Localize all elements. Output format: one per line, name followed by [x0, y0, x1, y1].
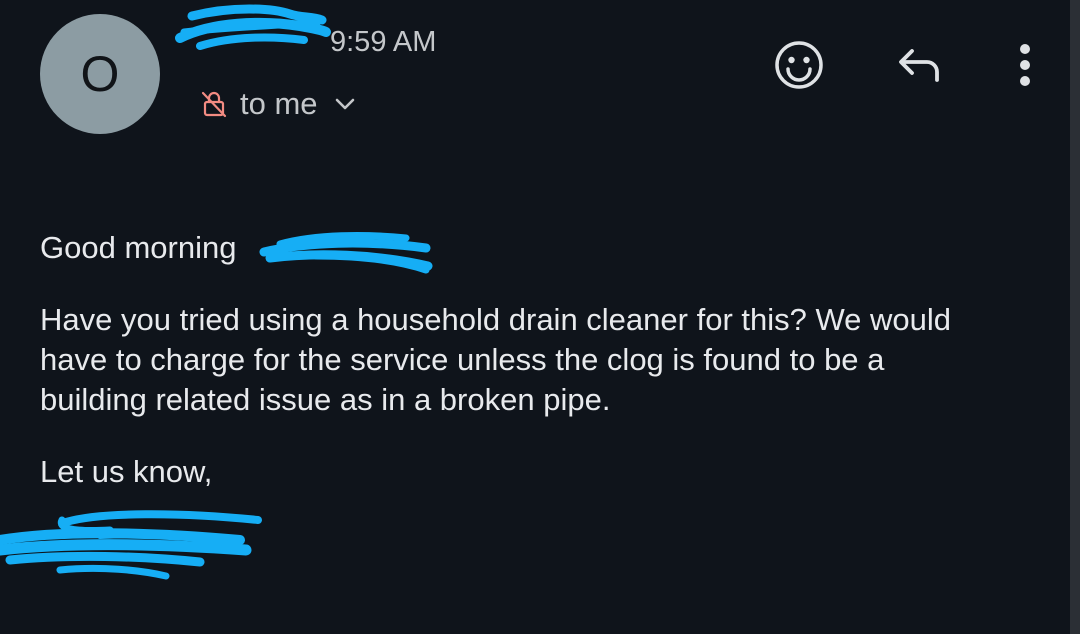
greeting: Good morning — [40, 230, 237, 265]
message-line: have to charge for the service unless th… — [40, 342, 885, 377]
chevron-down-icon[interactable] — [330, 89, 360, 119]
reply-button[interactable] — [892, 38, 946, 92]
more-options-button[interactable] — [998, 38, 1052, 92]
message-line: Have you tried using a household drain c… — [40, 302, 952, 337]
sender-row: 9:59 AM — [180, 22, 436, 62]
more-vert-icon — [1020, 44, 1030, 86]
emoji-react-icon — [775, 41, 823, 89]
emoji-react-button[interactable] — [772, 38, 826, 92]
recipient-row[interactable]: to me — [200, 84, 360, 124]
message-time: 9:59 AM — [330, 25, 437, 58]
greeting-redaction — [259, 232, 433, 274]
lock-off-icon — [201, 91, 227, 118]
reply-icon — [899, 49, 939, 82]
sender-name[interactable] — [180, 27, 328, 57]
avatar[interactable]: O — [40, 14, 160, 134]
avatar-letter: O — [80, 46, 120, 102]
recipient-label: to me — [240, 86, 318, 121]
signature-redaction — [0, 510, 262, 580]
message-paragraph: Have you tried using a household drain c… — [40, 300, 951, 420]
scrollbar[interactable] — [1070, 0, 1080, 634]
message-line: building related issue as in a broken pi… — [40, 382, 611, 417]
signoff: Let us know, — [40, 454, 213, 489]
